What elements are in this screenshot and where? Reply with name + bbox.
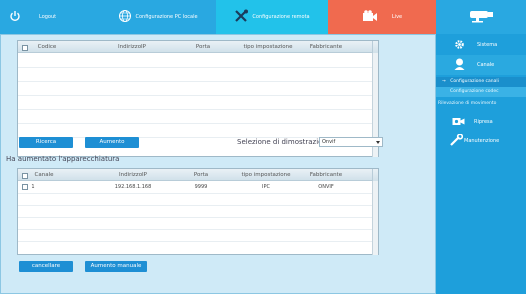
- cell-ip: 192.168.1.168: [114, 184, 152, 190]
- sidebar-sub-codec-config[interactable]: Configurazione codec: [436, 87, 526, 97]
- tools-icon: [234, 9, 249, 25]
- row-divider: [18, 205, 372, 206]
- user-circle-icon: [454, 58, 465, 72]
- added-devices-header: Canale IndirizzoIP Porta tipo impostazio…: [18, 169, 378, 181]
- sidebar-item-maintenance-label: Manutenzione: [464, 138, 500, 144]
- logout-label: Logout: [39, 14, 57, 20]
- col-canale: Canale: [34, 172, 54, 178]
- col-ip-added: IndirizzoIP: [119, 172, 147, 178]
- row-divider: [18, 67, 372, 68]
- manual-add-button[interactable]: Aumento manuale: [85, 261, 147, 272]
- col-fabbricante: Fabbricante: [309, 44, 343, 50]
- search-button[interactable]: Ricerca: [19, 137, 73, 148]
- cctv-camera-icon: [467, 9, 495, 25]
- col-porta: Porta: [195, 44, 211, 50]
- scrollbar-header: [372, 169, 378, 181]
- col-porta-added: Porta: [193, 172, 209, 178]
- tab-remote-config-label: Configurazione remota: [252, 14, 310, 20]
- tab-pc-config[interactable]: Configurazione PC locale: [100, 0, 216, 34]
- sidebar-sub-channel-config[interactable]: → Configurazione canali: [436, 77, 526, 87]
- scrollbar-header: [372, 41, 378, 53]
- tab-live[interactable]: Live: [328, 0, 436, 34]
- wrench-icon: [450, 133, 464, 148]
- search-results-header: Codice IndirizzoIP Porta tipo impostazio…: [18, 41, 378, 53]
- sidebar-sub-motion-detection[interactable]: Rilevazione di movimento: [436, 99, 526, 109]
- sidebar-item-maintenance[interactable]: Manutenzione: [436, 133, 526, 149]
- brand-logo: [436, 0, 526, 34]
- cell-port: 9999: [194, 184, 208, 190]
- chevron-down-icon: [376, 141, 380, 144]
- sidebar-item-channel[interactable]: Canale: [436, 55, 526, 75]
- sidebar-sub-motion-detection-label: Rilevazione di movimento: [438, 101, 497, 106]
- cell-channel: 1: [31, 184, 35, 190]
- main-content: Codice IndirizzoIP Porta tipo impostazio…: [0, 34, 436, 294]
- logout-tab[interactable]: Logout: [0, 0, 100, 34]
- add-button[interactable]: Aumento: [85, 137, 139, 148]
- sidebar-item-channel-label: Canale: [477, 62, 495, 68]
- tab-remote-config[interactable]: Configurazione remota: [216, 0, 328, 34]
- protocol-select[interactable]: Onvif: [319, 137, 383, 147]
- globe-icon: [118, 9, 132, 25]
- arrow-right-icon: →: [442, 79, 446, 84]
- added-devices-table: Canale IndirizzoIP Porta tipo impostazio…: [17, 168, 379, 255]
- row-divider: [18, 109, 372, 110]
- camera-icon: [362, 10, 378, 24]
- delete-button[interactable]: cancellare: [19, 261, 73, 272]
- row-checkbox[interactable]: [20, 181, 30, 193]
- sidebar-item-record-label: Ripresa: [474, 119, 493, 125]
- sidebar-sub-channel-config-label: Configurazione canali: [450, 79, 499, 84]
- sidebar-item-system-label: Sistema: [477, 42, 498, 48]
- added-devices-title: Ha aumentato l'apparecchiatura: [6, 155, 120, 163]
- row-divider: [18, 217, 372, 218]
- col-tipo: tipo impostazione: [243, 44, 293, 50]
- tab-live-label: Live: [391, 14, 403, 20]
- sidebar-item-system[interactable]: Sistema: [436, 36, 526, 54]
- row-divider: [18, 229, 372, 230]
- video-camera-icon: [452, 117, 465, 128]
- row-divider: [18, 241, 372, 242]
- power-icon: [9, 10, 21, 24]
- cell-type: IPC: [262, 184, 270, 190]
- col-tipo-added: tipo impostazione: [241, 172, 291, 178]
- sidebar-item-record[interactable]: Ripresa: [436, 114, 526, 130]
- tab-pc-config-label: Configurazione PC locale: [135, 14, 198, 20]
- row-divider: [18, 123, 372, 124]
- col-codice: Codice: [37, 44, 57, 50]
- row-divider: [18, 95, 372, 96]
- top-bar: Logout Configurazione PC locale Configur…: [0, 0, 526, 34]
- table-row[interactable]: 1 192.168.1.168 9999 IPC ONVIF: [18, 181, 374, 193]
- protocol-select-value: Onvif: [322, 139, 336, 145]
- cell-maker: ONVIF: [318, 184, 334, 190]
- sidebar-sub-codec-config-label: Configurazione codec: [450, 89, 499, 94]
- sidebar: Sistema Canale → Configurazione canali C…: [436, 34, 526, 294]
- col-ip: IndirizzoIP: [118, 44, 146, 50]
- row-divider: [18, 81, 372, 82]
- col-fabbricante-added: Fabbricante: [309, 172, 343, 178]
- row-divider: [18, 193, 372, 194]
- protocol-label: Selezione di dimostrazione: [237, 138, 332, 146]
- gear-icon: [454, 39, 465, 52]
